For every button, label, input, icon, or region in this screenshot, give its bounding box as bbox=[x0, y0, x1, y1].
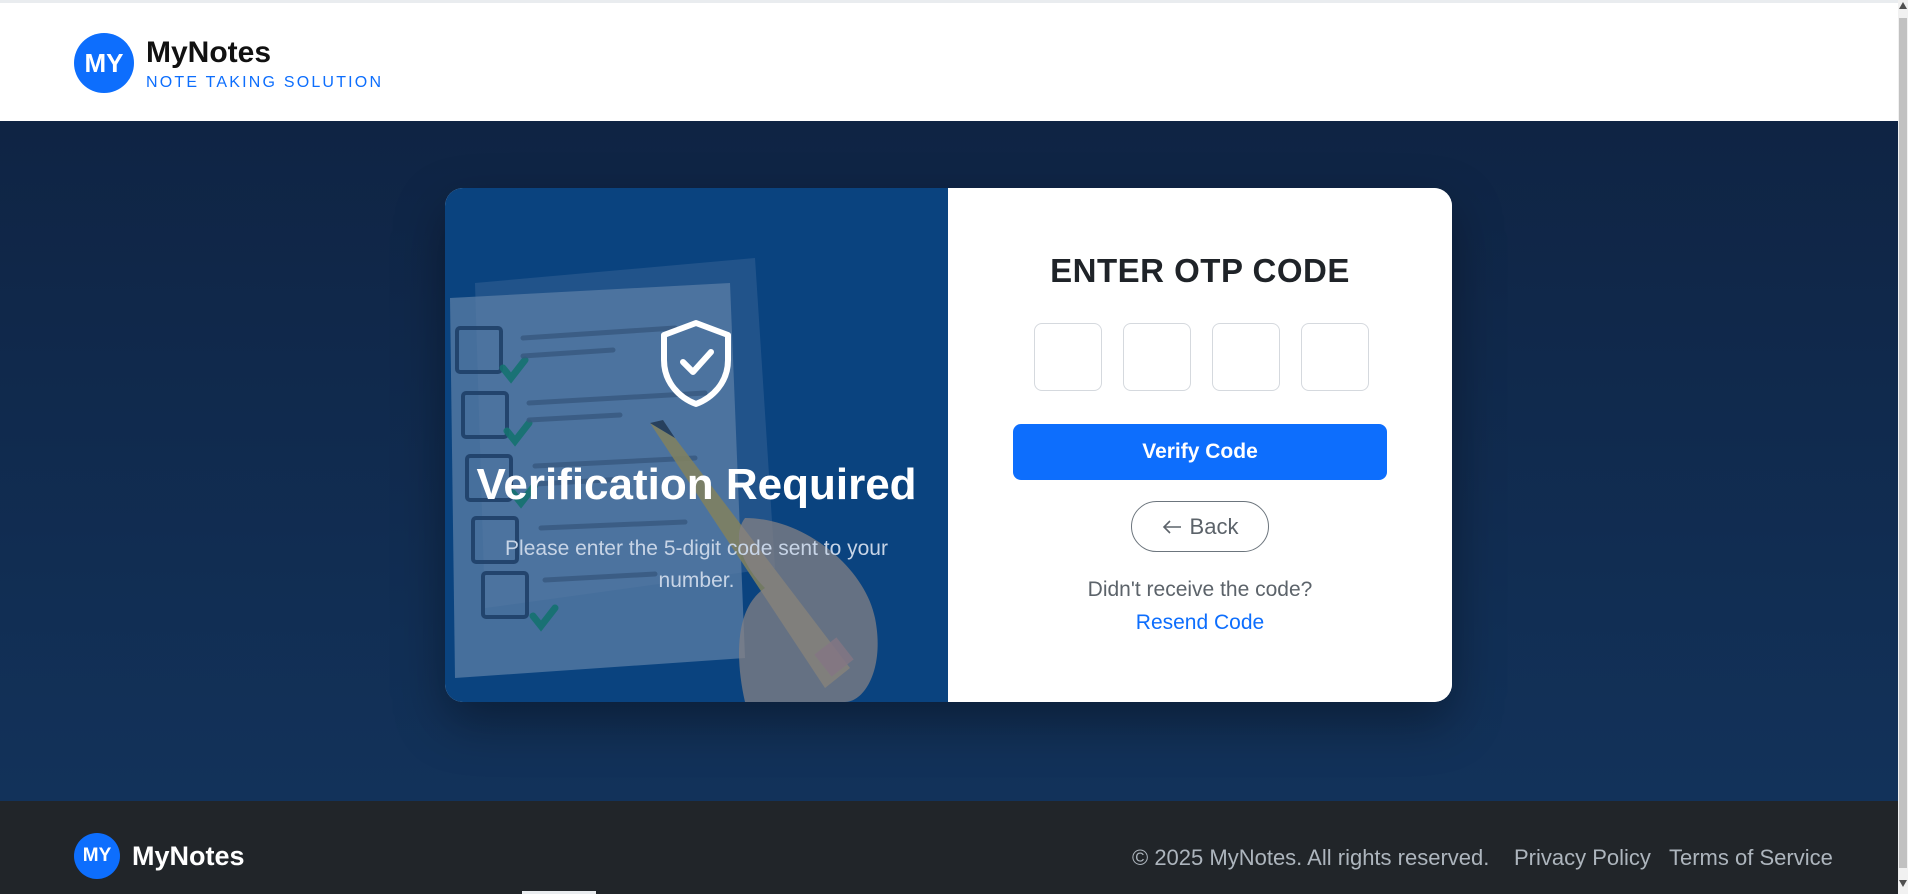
back-button-label: Back bbox=[1189, 513, 1239, 539]
verify-code-button[interactable]: Verify Code bbox=[1013, 424, 1387, 480]
main-section: Verification Required Please enter the 5… bbox=[0, 121, 1898, 801]
logo[interactable]: MY bbox=[74, 33, 134, 93]
site-footer: MY MyNotes © 2025 MyNotes. All rights re… bbox=[0, 801, 1898, 894]
scrollbar-thumb[interactable] bbox=[1899, 18, 1907, 868]
verification-card: Verification Required Please enter the 5… bbox=[445, 188, 1452, 702]
shield-check-icon bbox=[661, 320, 731, 407]
otp-input-group bbox=[1034, 323, 1374, 391]
card-left-panel: Verification Required Please enter the 5… bbox=[445, 188, 948, 702]
otp-title: ENTER OTP CODE bbox=[1050, 252, 1350, 289]
resend-prompt: Didn't receive the code? bbox=[1087, 578, 1313, 601]
site-header: MY MyNotes NOTE TAKING SOLUTION bbox=[0, 3, 1898, 121]
otp-form-panel: ENTER OTP CODE Verify Code Back Didn't r… bbox=[948, 188, 1452, 702]
arrow-left-icon bbox=[1162, 519, 1181, 534]
privacy-policy-link[interactable]: Privacy Policy bbox=[1514, 845, 1651, 871]
scroll-down-icon[interactable] bbox=[1899, 880, 1907, 887]
brand-tagline: NOTE TAKING SOLUTION bbox=[146, 74, 384, 91]
footer-brand-name[interactable]: MyNotes bbox=[132, 841, 245, 872]
brand-name[interactable]: MyNotes bbox=[146, 36, 271, 70]
footer-logo[interactable]: MY bbox=[74, 833, 120, 879]
back-button[interactable]: Back bbox=[1131, 501, 1269, 552]
verification-title: Verification Required bbox=[476, 460, 917, 509]
resend-code-link[interactable]: Resend Code bbox=[948, 611, 1452, 635]
otp-digit-3-input[interactable] bbox=[1212, 323, 1280, 391]
scroll-up-icon[interactable] bbox=[1899, 2, 1907, 9]
left-panel-overlay bbox=[445, 188, 948, 702]
otp-digit-4-input[interactable] bbox=[1301, 323, 1369, 391]
otp-digit-2-input[interactable] bbox=[1123, 323, 1191, 391]
terms-of-service-link[interactable]: Terms of Service bbox=[1669, 845, 1833, 871]
otp-digit-1-input[interactable] bbox=[1034, 323, 1102, 391]
verification-subtitle: Please enter the 5-digit code sent to yo… bbox=[505, 537, 888, 592]
footer-copyright: © 2025 MyNotes. All rights reserved. bbox=[1132, 845, 1490, 870]
page-scrollbar[interactable] bbox=[1898, 0, 1908, 894]
